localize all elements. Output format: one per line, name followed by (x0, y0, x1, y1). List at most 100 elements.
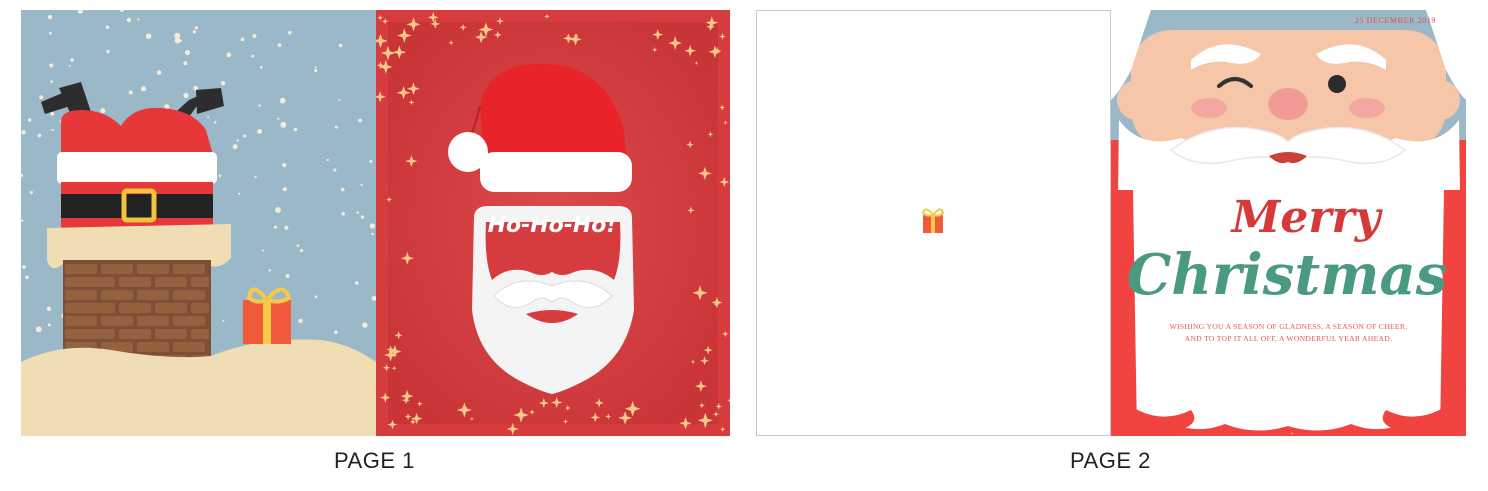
snow-dot (360, 183, 363, 186)
snow-dot (358, 118, 362, 123)
snow-dot (314, 68, 318, 73)
brick (83, 277, 115, 287)
snow-dot (50, 111, 55, 116)
merry-title: Merry (1230, 192, 1384, 243)
snow-dot (218, 174, 222, 178)
snow-dot (282, 163, 287, 168)
snow-dot (174, 32, 181, 39)
snow-dot (362, 322, 368, 328)
snow-dot (47, 323, 51, 327)
ho-ho-ho-badge: Ho-Ho-Ho! (488, 213, 617, 238)
brick (173, 264, 205, 274)
snow-dot (46, 306, 52, 311)
snow-dot (51, 128, 54, 132)
snow-dot (338, 98, 341, 101)
brick (83, 303, 115, 313)
snow-dot (119, 10, 124, 12)
snow-dot (192, 30, 197, 34)
brick (83, 329, 115, 339)
snow-dot (356, 211, 360, 214)
brick (101, 316, 133, 326)
snow-dot (37, 133, 42, 138)
christmas-title: Christmas (1127, 242, 1448, 308)
snow-dot (314, 66, 317, 69)
snowflake-icon (1289, 431, 1294, 436)
snowflake-icon (723, 120, 728, 126)
snow-dot (145, 33, 152, 39)
snow-dot (371, 232, 374, 236)
snowflake-icon (722, 330, 729, 338)
snow-dot (232, 144, 238, 150)
gift-icon (243, 287, 292, 344)
snow-dot (25, 275, 29, 280)
snow-dot (22, 265, 26, 269)
snow-dot (251, 54, 255, 58)
snow-dot (252, 34, 257, 38)
snowflake-icon (719, 176, 730, 187)
snow-dot (299, 249, 304, 253)
page2-left-art (921, 208, 945, 233)
brick (155, 277, 187, 287)
snow-dot (194, 26, 198, 30)
wish-message: WISHING YOU A SEASON OF GLADNESS, A SEAS… (1151, 321, 1426, 345)
snow-dot (21, 173, 23, 178)
snow-dot (284, 225, 289, 230)
snow-dot (341, 211, 346, 216)
snow-dot (262, 249, 264, 252)
snow-dot (254, 175, 257, 179)
snow-dot (39, 95, 44, 100)
snow-dot (369, 160, 373, 163)
snow-dot (49, 31, 52, 35)
snow-dot (126, 17, 132, 23)
snow-dot (50, 80, 53, 83)
wish-line-2: AND TO TOP IT ALL OFF, A WONDERFUL YEAR … (1184, 334, 1393, 343)
snow-dot (293, 127, 298, 132)
snow-dot (340, 187, 345, 192)
santa-beard-illustration: Ho-Ho-Ho! (376, 11, 730, 436)
brick (137, 290, 169, 300)
snow-dot (29, 190, 33, 195)
snowflake-icon (544, 13, 550, 20)
brick (137, 264, 169, 274)
brick (119, 329, 151, 339)
santa-chimney-illustration (21, 10, 376, 436)
brick (137, 342, 169, 352)
snow-dot (156, 70, 162, 75)
snow-dot (282, 187, 287, 192)
page2-left-panel (756, 10, 1111, 436)
snow-dot (207, 116, 210, 119)
page2-caption: PAGE 2 (1070, 448, 1151, 473)
snowflake-icon (381, 18, 389, 25)
snow-dot (35, 326, 42, 333)
card-date: 25 DECEMBER 2019 (1354, 16, 1436, 25)
snowflake-icon (719, 104, 726, 111)
snowflake-icon (376, 33, 388, 49)
snow-dot (183, 61, 188, 66)
brick (119, 303, 151, 313)
snow-dot (240, 37, 245, 42)
snow-dot (298, 318, 303, 324)
brick (173, 316, 205, 326)
snow-dot (141, 86, 146, 92)
snowflake-icon (427, 11, 439, 23)
snow-dot (106, 49, 110, 54)
snow-dot (334, 125, 338, 129)
snow-dot (277, 117, 280, 120)
snow-dot (243, 134, 247, 138)
brick (65, 290, 97, 300)
snow-dot (220, 81, 226, 86)
snow-dot (355, 281, 359, 285)
snow-dot (268, 269, 271, 272)
snow-dot (100, 108, 106, 114)
page1-caption: PAGE 1 (334, 448, 415, 473)
snow-dot (277, 43, 282, 47)
brick (101, 264, 133, 274)
page1-right-panel: Ho-Ho-Ho! (376, 10, 730, 436)
brick (155, 329, 187, 339)
snow-dot (258, 104, 261, 107)
snow-dot (296, 244, 300, 248)
snowflake-icon (377, 14, 384, 21)
snow-dot (213, 121, 217, 124)
snow-dot (70, 58, 74, 62)
gift-icon (921, 208, 945, 233)
